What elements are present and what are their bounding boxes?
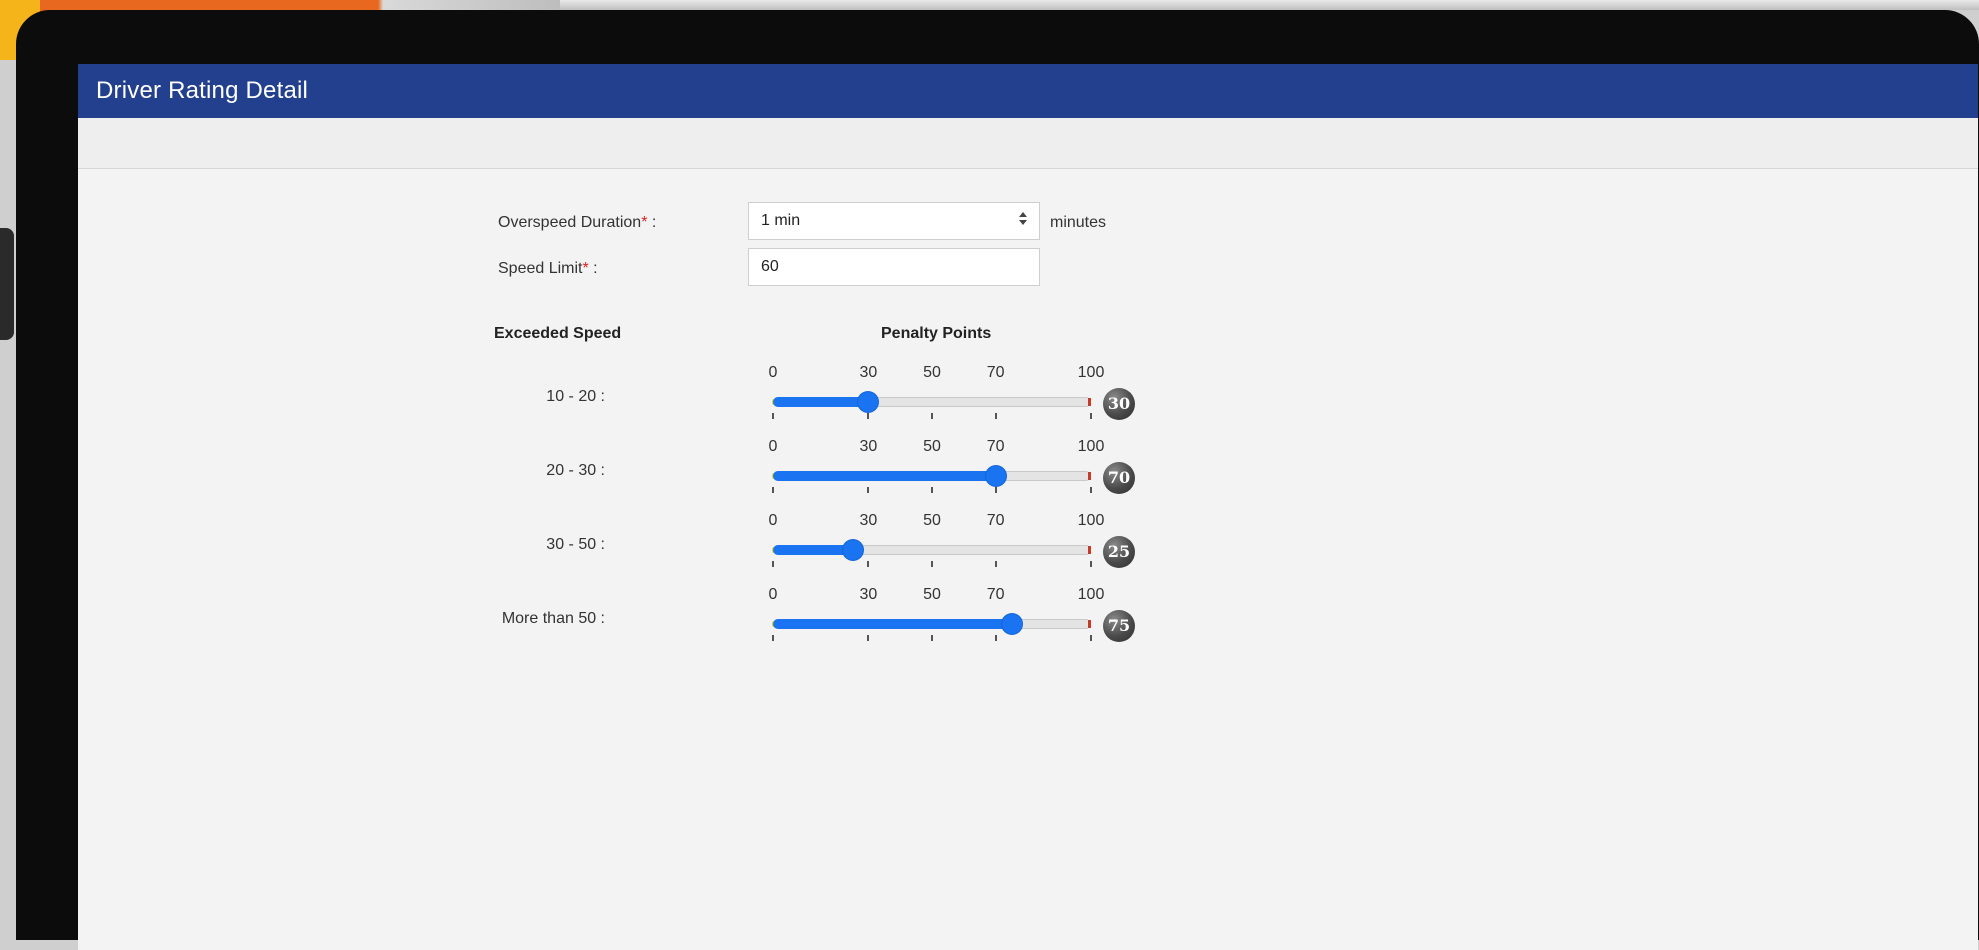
exceeded-speed-range-label: More than 50 : (501, 610, 605, 627)
slider-row: 10 - 20 : 0 30 50 70 100 30 (78, 364, 1978, 438)
exceeded-speed-range-label: 10 - 20 : (546, 388, 605, 405)
tick-label: 30 (859, 364, 878, 381)
tick-label: 70 (986, 364, 1005, 381)
overspeed-duration-value: 1 min (761, 212, 801, 229)
track-end-cap (1088, 472, 1091, 480)
track-end-cap (1088, 546, 1091, 554)
tick-mark (772, 413, 774, 419)
tick-mark (931, 561, 933, 567)
speed-limit-input[interactable] (748, 248, 1040, 286)
app-window: Driver Rating Detail Overspeed Duration*… (78, 64, 1978, 950)
tick-label: 30 (859, 512, 878, 529)
tick-label: 0 (768, 438, 778, 455)
tick-mark (994, 487, 997, 493)
tick-mark (772, 487, 774, 493)
tick-mark (931, 635, 933, 641)
overspeed-duration-text: Overspeed Duration (498, 214, 642, 231)
tick-mark (1090, 487, 1092, 493)
penalty-value-badge: 30 (1103, 388, 1135, 420)
overspeed-duration-select[interactable]: 1 min (748, 202, 1040, 240)
slider-fill (773, 619, 1012, 629)
page-title: Driver Rating Detail (96, 77, 309, 104)
tick-mark (994, 635, 997, 641)
penalty-points-heading: Penalty Points (881, 325, 992, 342)
tick-label: 50 (923, 512, 941, 529)
label-colon: : (588, 260, 598, 277)
device-frame: Driver Rating Detail Overspeed Duration*… (16, 10, 1979, 950)
tick-label: 100 (1077, 364, 1105, 381)
exceeded-speed-range-label: 20 - 30 : (546, 462, 605, 479)
tick-mark (994, 413, 997, 419)
tick-mark (1090, 413, 1092, 419)
tick-label: 0 (768, 512, 778, 529)
tick-mark (1090, 635, 1092, 641)
slider-thumb[interactable] (1001, 614, 1022, 634)
tick-label: 30 (859, 586, 878, 603)
penalty-value-badge: 70 (1103, 462, 1135, 494)
toolbar (78, 118, 1978, 169)
background-ribbon (560, 0, 1979, 10)
tick-mark (867, 635, 870, 641)
overspeed-duration-label: Overspeed Duration* : (498, 214, 656, 232)
tick-mark (994, 561, 997, 567)
device-side-button (0, 228, 14, 340)
slider-thumb[interactable] (842, 540, 863, 560)
speed-limit-label: Speed Limit* : (498, 260, 598, 278)
exceeded-speed-range-label: 30 - 50 : (546, 536, 605, 553)
tick-mark (1090, 561, 1092, 567)
tick-label: 50 (923, 438, 941, 455)
tick-label: 0 (768, 364, 778, 381)
slider-row: 20 - 30 : 0 30 50 70 100 70 (78, 438, 1978, 512)
slider-row: More than 50 : 0 30 50 70 100 75 (78, 586, 1978, 660)
minutes-unit: minutes (1050, 214, 1107, 231)
penalty-value-badge: 25 (1103, 536, 1135, 568)
tick-label: 100 (1077, 512, 1105, 529)
tick-mark (772, 635, 774, 641)
slider-fill (773, 471, 996, 481)
slider-thumb[interactable] (858, 392, 879, 412)
track-end-cap (1088, 620, 1091, 628)
tick-label: 70 (986, 586, 1005, 603)
speed-limit-text: Speed Limit (498, 260, 583, 277)
tick-label: 50 (923, 364, 941, 381)
slider-row: 30 - 50 : 0 30 50 70 100 25 (78, 512, 1978, 586)
tick-mark (867, 413, 870, 419)
tick-label: 100 (1077, 438, 1105, 455)
tick-mark (867, 561, 870, 567)
tick-label: 0 (768, 586, 778, 603)
tick-label: 50 (923, 586, 941, 603)
tick-mark (772, 561, 774, 567)
tick-mark (931, 487, 933, 493)
tick-mark (931, 413, 933, 419)
penalty-value-badge: 75 (1103, 610, 1135, 642)
tick-label: 100 (1077, 586, 1105, 603)
slider-thumb[interactable] (985, 466, 1006, 486)
tick-mark (867, 487, 870, 493)
title-bar: Driver Rating Detail (78, 64, 1978, 118)
tick-label: 70 (986, 512, 1005, 529)
track-end-cap (1088, 398, 1091, 406)
label-colon: : (647, 214, 657, 231)
select-arrows-icon (1019, 212, 1027, 230)
slider-fill (773, 397, 869, 407)
tick-label: 70 (986, 438, 1005, 455)
slider-fill (773, 545, 853, 555)
exceeded-speed-heading: Exceeded Speed (494, 325, 622, 342)
tick-label: 30 (859, 438, 878, 455)
